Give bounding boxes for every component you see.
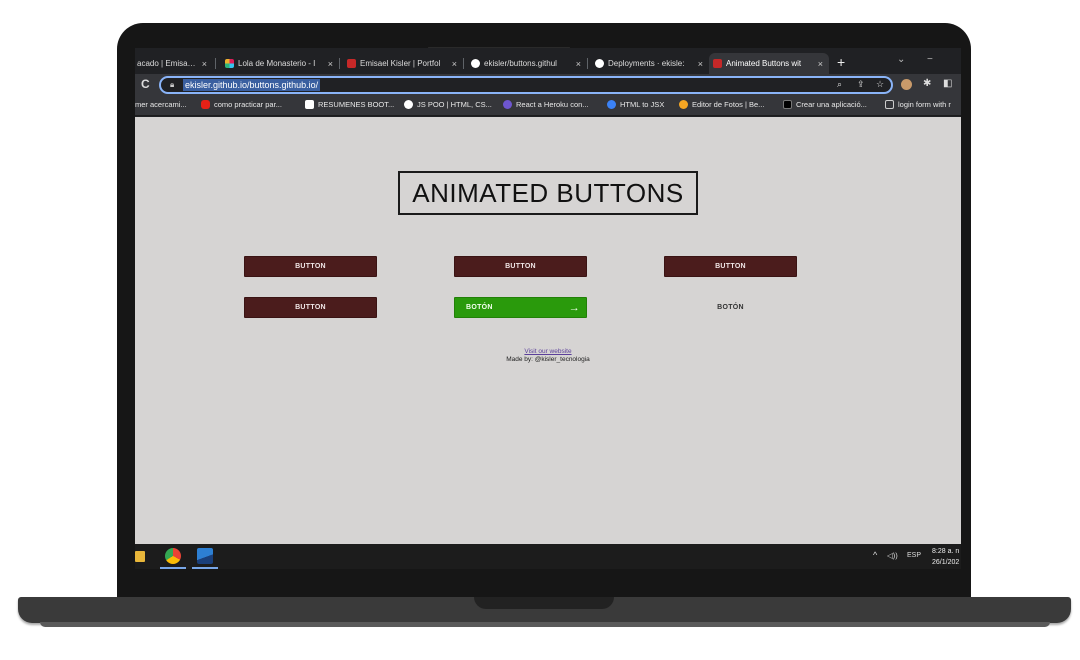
animated-button-2[interactable]: BUTTON (454, 256, 587, 277)
bookmark-star-icon[interactable]: ☆ (876, 79, 884, 90)
laptop-hinge-notch (474, 597, 614, 609)
tab-search-chevron-icon[interactable]: ⌄ (897, 54, 905, 65)
tab-label: Emisael Kisler | Portfol (360, 59, 441, 68)
close-icon[interactable]: × (698, 59, 703, 69)
tab-label: ekisler/buttons.githul (484, 59, 557, 68)
chrome-icon[interactable] (165, 548, 181, 564)
bookmark-item[interactable]: mer acercami... (135, 100, 187, 109)
active-app-indicator (192, 567, 218, 569)
ek-icon (713, 59, 722, 68)
tab-separator (215, 58, 216, 69)
bookmark-item[interactable]: Editor de Fotos | Be... (679, 100, 764, 109)
tab-animated-buttons[interactable]: Animated Buttons wit × (709, 53, 829, 74)
tab-separator (463, 58, 464, 69)
bookmark-label: como practicar par... (214, 100, 282, 109)
active-app-indicator (160, 567, 186, 569)
bookmark-item[interactable]: Crear una aplicació... (783, 100, 867, 109)
youtube-icon (201, 100, 210, 109)
bookmark-item[interactable]: JS POO | HTML, CS... (404, 100, 492, 109)
notion-icon (305, 100, 314, 109)
website-link[interactable]: Visit our website (135, 348, 961, 355)
reload-button[interactable]: C (141, 77, 150, 91)
side-panel-icon[interactable]: ◧ (943, 78, 952, 89)
share-icon[interactable]: ⇪ (857, 79, 865, 90)
animated-button-5-hover[interactable]: BOTÓN → (454, 297, 587, 318)
extensions-puzzle-icon[interactable]: ✱ (923, 78, 931, 89)
tab-deployments[interactable]: Deployments · ekisle: × (591, 53, 709, 74)
folder-icon (885, 100, 894, 109)
browser-tab-strip: acado | Emisael (I × Lola de Monasterio … (135, 48, 961, 74)
arrow-right-icon: → (568, 301, 580, 314)
tray-chevron-up-icon[interactable]: ^ (873, 550, 877, 560)
url-text[interactable]: ekisler.github.io/buttons.github.io/ (183, 79, 321, 91)
laptop-base-edge (40, 622, 1050, 627)
volume-icon[interactable]: ◁)) (887, 551, 898, 560)
tab-emisael[interactable]: acado | Emisael (I × (135, 53, 213, 74)
bookmark-label: React a Heroku con... (516, 100, 589, 109)
tab-label: Deployments · ekisle: (608, 59, 685, 68)
bookmark-label: JS POO | HTML, CS... (417, 100, 492, 109)
photos-app-icon[interactable] (197, 548, 213, 564)
tab-label: Lola de Monasterio - I (238, 59, 316, 68)
file-explorer-icon[interactable] (135, 551, 145, 562)
close-icon[interactable]: × (328, 59, 333, 69)
bookmarks-bar: mer acercami... como practicar par... RE… (135, 96, 961, 116)
laptop-screen: acado | Emisael (I × Lola de Monasterio … (135, 48, 961, 569)
bookmark-item[interactable]: como practicar par... (201, 100, 282, 109)
tab-lola-de-monasterio[interactable]: Lola de Monasterio - I × (221, 53, 339, 74)
lock-icon: 🔒︎ (170, 80, 175, 89)
address-bar[interactable]: 🔒︎ ekisler.github.io/buttons.github.io/ … (159, 76, 893, 94)
extension-avatar-icon[interactable] (901, 79, 912, 90)
windows-taskbar: ^ ◁)) ESP 8:28 a. n 26/1/202 (135, 544, 961, 569)
bookmark-label: mer acercami... (135, 100, 187, 109)
tab-label: acado | Emisael (I (137, 59, 196, 68)
bookmark-item[interactable]: React a Heroku con... (503, 100, 589, 109)
tab-separator (339, 58, 340, 69)
minimize-icon[interactable]: − (927, 54, 933, 65)
page-title: ANIMATED BUTTONS (398, 171, 698, 215)
bookmark-item[interactable]: RESUMENES BOOT... (305, 100, 394, 109)
web-page: ANIMATED BUTTONS BUTTON BUTTON BUTTON BU… (135, 117, 961, 544)
clock-date: 26/1/202 (932, 559, 960, 566)
tab-label: Animated Buttons wit (726, 59, 802, 68)
transform-icon (607, 100, 616, 109)
author-credit: Made by: @kisler_tecnologia (506, 356, 590, 363)
animated-button-4[interactable]: BUTTON (244, 297, 377, 318)
browser-toolbar: C 🔒︎ ekisler.github.io/buttons.github.io… (135, 74, 961, 96)
tab-separator (587, 58, 588, 69)
close-icon[interactable]: × (202, 59, 207, 69)
animated-button-6[interactable]: BOTÓN (664, 297, 797, 318)
ek-icon (347, 59, 356, 68)
bookmark-label: Crear una aplicació... (796, 100, 867, 109)
close-icon[interactable]: × (452, 59, 457, 69)
animated-button-3[interactable]: BUTTON (664, 256, 797, 277)
bookmark-label: login form with r (898, 100, 951, 109)
tab-github-repo[interactable]: ekisler/buttons.githul × (467, 53, 587, 74)
bookmark-label: HTML to JSX (620, 100, 665, 109)
bookmark-label: RESUMENES BOOT... (318, 100, 395, 109)
dev-icon (783, 100, 792, 109)
globe-icon (404, 100, 413, 109)
animated-button-1[interactable]: BUTTON (244, 256, 377, 277)
zoom-search-icon[interactable]: ⌕ (837, 79, 842, 90)
clock-time: 8:28 a. n (932, 548, 960, 555)
bookmark-label: Editor de Fotos | Be... (692, 100, 765, 109)
button-label: BOTÓN (466, 304, 493, 311)
clock[interactable]: 8:28 a. n 26/1/202 (932, 546, 959, 568)
close-icon[interactable]: × (576, 59, 581, 69)
heroku-icon (503, 100, 512, 109)
slack-icon (225, 59, 234, 68)
github-icon (595, 59, 604, 68)
language-indicator[interactable]: ESP (907, 552, 921, 559)
github-icon (471, 59, 480, 68)
bookmark-item[interactable]: login form with r (885, 100, 951, 109)
close-icon[interactable]: × (818, 59, 823, 69)
tab-portfolio[interactable]: Emisael Kisler | Portfol × (343, 53, 463, 74)
new-tab-button[interactable]: + (837, 54, 845, 70)
bookmark-item[interactable]: HTML to JSX (607, 100, 664, 109)
befunky-icon (679, 100, 688, 109)
